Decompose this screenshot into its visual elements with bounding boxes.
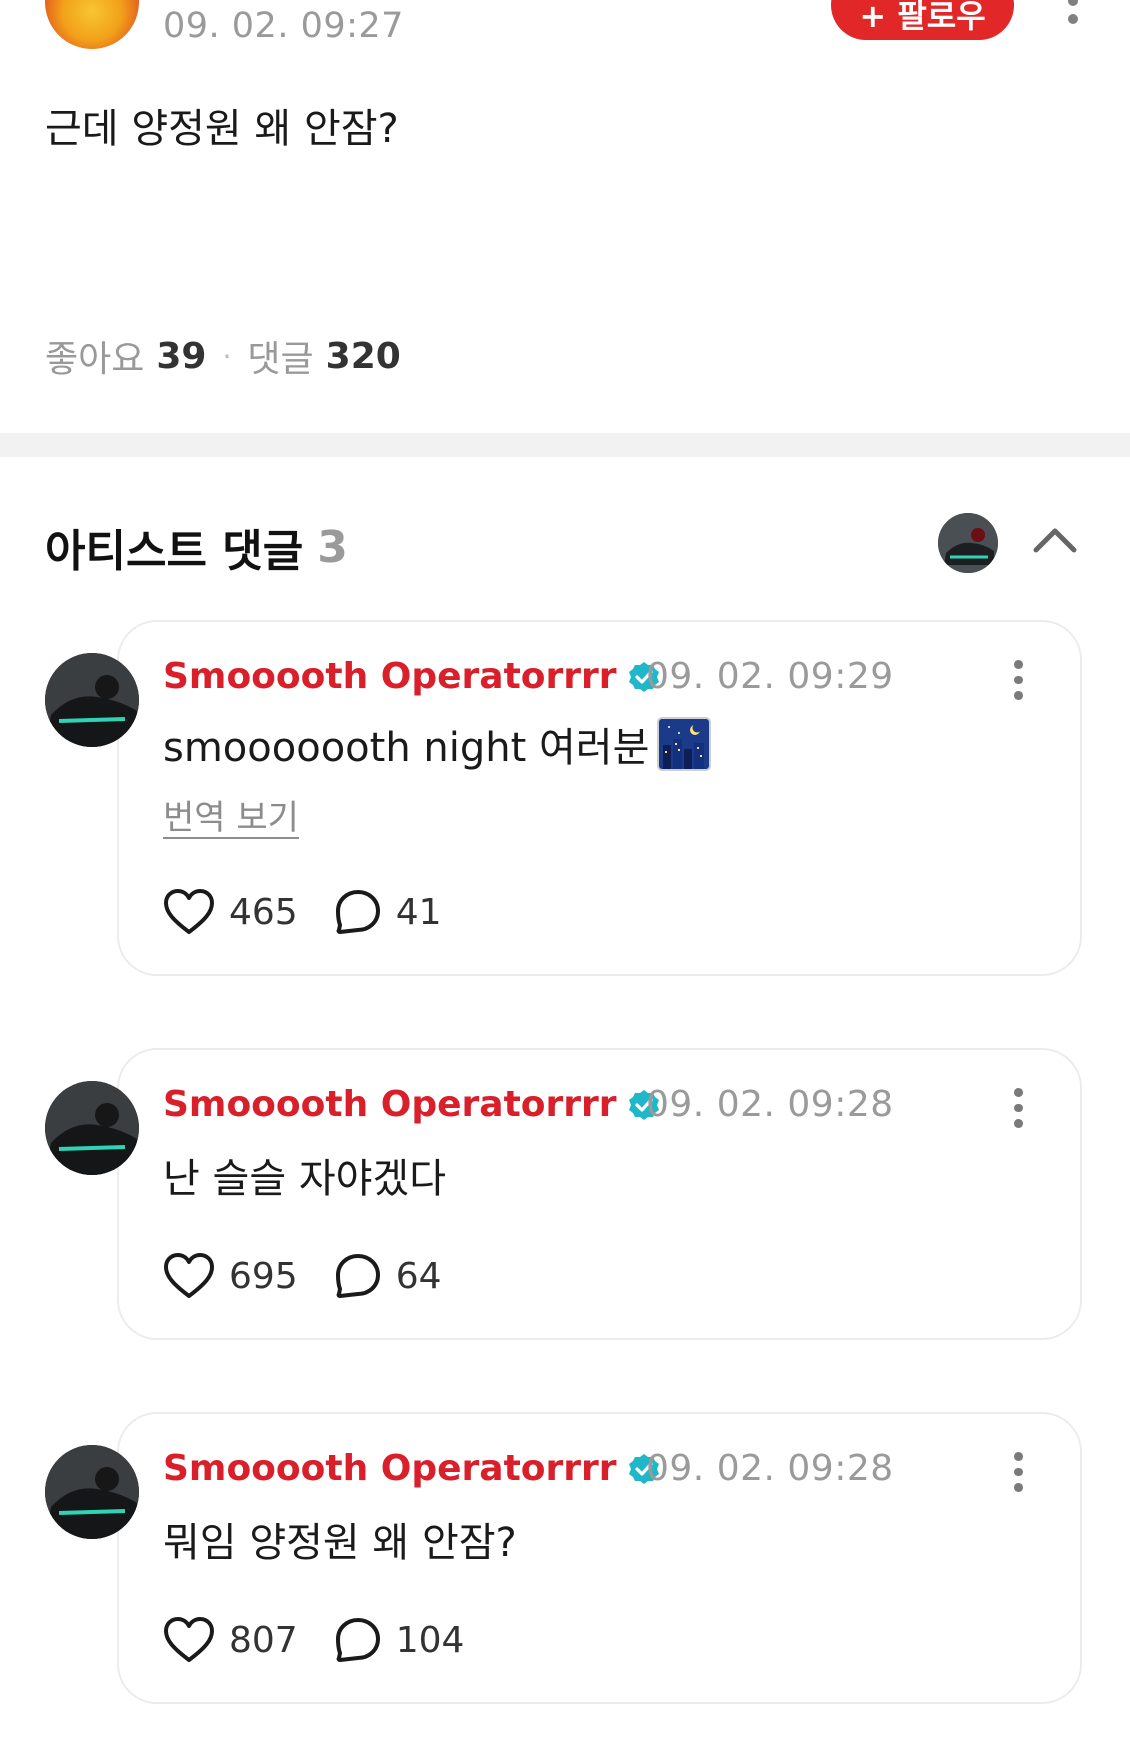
comment-text-content: 뭐임 양정원 왜 안잠?	[163, 1520, 517, 1566]
comment-text-content: 난 슬슬 자야겠다	[163, 1156, 447, 1202]
commenter-avatar[interactable]	[45, 1445, 139, 1539]
comment-time: 09. 02. 09:29	[646, 656, 894, 697]
like-button[interactable]: 695	[163, 1252, 298, 1300]
reply-count: 104	[395, 1619, 465, 1661]
reply-count: 64	[395, 1255, 442, 1297]
comment-actions: 465 41	[163, 888, 478, 936]
post-stats: 좋아요 39 · 댓글 320	[45, 330, 401, 382]
reply-button[interactable]: 64	[334, 1252, 442, 1300]
likes-count: 39	[156, 335, 207, 377]
commenter-name-text[interactable]: Smooooth Operatorrrr	[163, 1084, 617, 1125]
artist-avatar[interactable]	[938, 513, 998, 573]
more-options-icon[interactable]	[1058, 0, 1088, 36]
comment-actions: 807 104	[163, 1616, 500, 1664]
reply-count: 41	[395, 891, 442, 933]
section-count: 3	[317, 521, 348, 573]
like-button[interactable]: 807	[163, 1616, 298, 1664]
comment-more-icon[interactable]	[1006, 1452, 1030, 1493]
reply-button[interactable]: 41	[334, 888, 442, 936]
commenter-name-text[interactable]: Smooooth Operatorrrr	[163, 1448, 617, 1489]
post-header: 09. 02. 09:27 + 팔로우	[0, 0, 1130, 60]
post-author-avatar[interactable]	[45, 0, 139, 49]
commenter-avatar[interactable]	[45, 1081, 139, 1175]
comment-more-icon[interactable]	[1006, 1088, 1030, 1129]
heart-icon	[164, 1253, 214, 1298]
section-divider	[0, 433, 1130, 457]
speech-bubble-icon	[335, 1618, 380, 1662]
translate-link[interactable]: 번역 보기	[163, 790, 299, 839]
like-count: 465	[229, 891, 298, 933]
comments-count[interactable]: 320	[326, 336, 401, 377]
comment-text: 난 슬슬 자야겠다	[163, 1146, 446, 1204]
commenter-name-text[interactable]: Smooooth Operatorrrr	[163, 656, 617, 697]
stats-separator: ·	[222, 339, 232, 373]
comments-label[interactable]: 댓글	[247, 330, 313, 382]
like-button[interactable]: 465	[163, 888, 298, 936]
commenter-name[interactable]: Smooooth Operatorrrr	[163, 1084, 661, 1125]
reply-button[interactable]: 104	[334, 1616, 465, 1664]
comment-actions: 695 64	[163, 1252, 478, 1300]
commenter-avatar[interactable]	[45, 653, 139, 747]
heart-icon	[164, 889, 214, 934]
post-time: 09. 02. 09:27	[163, 6, 404, 46]
speech-bubble-icon	[335, 1254, 380, 1298]
heart-icon	[164, 1617, 214, 1662]
like-count: 695	[229, 1255, 298, 1297]
like-count: 807	[229, 1619, 298, 1661]
comment-text-content: smooooooth night 여러분	[163, 725, 650, 771]
post-body: 근데 양정원 왜 안잠?	[45, 106, 399, 152]
comment-more-icon[interactable]	[1006, 660, 1030, 701]
comment-time: 09. 02. 09:28	[646, 1448, 894, 1489]
commenter-name[interactable]: Smooooth Operatorrrr	[163, 1448, 661, 1489]
follow-button[interactable]: + 팔로우	[831, 0, 1014, 40]
comment-text: 뭐임 양정원 왜 안잠?	[163, 1510, 517, 1568]
comment-text: smooooooth night 여러분	[163, 715, 712, 773]
commenter-name[interactable]: Smooooth Operatorrrr	[163, 656, 661, 697]
speech-bubble-icon	[335, 890, 380, 934]
collapse-chevron-icon[interactable]	[1030, 520, 1080, 560]
likes-label: 좋아요	[45, 339, 145, 380]
artist-comments-title: 아티스트 댓글 3	[45, 515, 348, 579]
comment-time: 09. 02. 09:28	[646, 1084, 894, 1125]
night-city-icon	[657, 717, 712, 771]
section-title-text: 아티스트 댓글	[45, 526, 304, 577]
